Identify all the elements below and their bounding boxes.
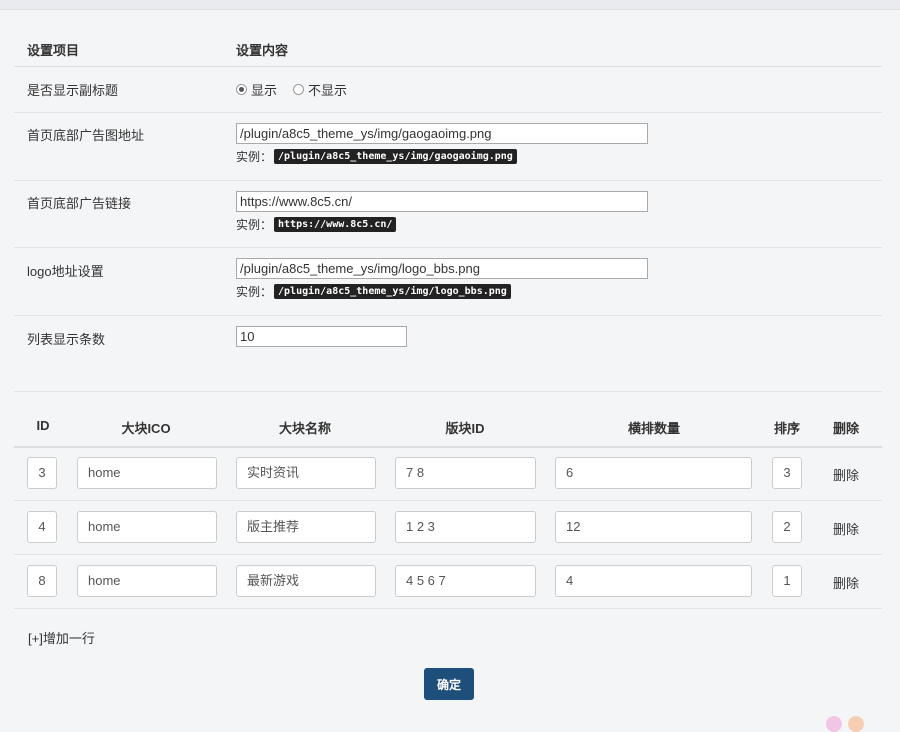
row-id-input[interactable]: 3: [27, 457, 57, 489]
row-count-input[interactable]: 4: [555, 565, 752, 597]
row-order-input[interactable]: 3: [772, 457, 802, 489]
example-prefix: 实例：: [236, 285, 273, 299]
row-name-input[interactable]: 版主推荐: [236, 511, 376, 543]
example-prefix: 实例：: [236, 150, 273, 164]
row-name-input[interactable]: 最新游戏: [236, 565, 376, 597]
row-forum-ids-input[interactable]: 7 8: [395, 457, 536, 489]
col-order: 排序: [773, 421, 801, 436]
ad-image-input[interactable]: /plugin/a8c5_theme_ys/img/gaogaoimg.png: [236, 123, 648, 144]
pink-dot-icon: [826, 716, 842, 732]
setting-label: 列表显示条数: [27, 332, 106, 347]
example-code: /plugin/a8c5_theme_ys/img/gaogaoimg.png: [274, 149, 517, 164]
col-forum-id: 版块ID: [445, 421, 485, 436]
row-forum-ids-input[interactable]: 1 2 3: [395, 511, 536, 543]
example-code: https://www.8c5.cn/: [274, 217, 397, 232]
row-delete-link[interactable]: 删除: [833, 465, 859, 484]
header-setting-content: 设置内容: [236, 43, 289, 58]
table-row: 8 home 最新游戏 4 5 6 7 4 1 删除: [14, 554, 882, 609]
row-delete-link[interactable]: 删除: [833, 519, 859, 538]
row-delete-link[interactable]: 删除: [833, 573, 859, 592]
setting-label: logo地址设置: [27, 264, 104, 279]
row-name-input[interactable]: 实时资讯: [236, 457, 376, 489]
setting-label: 首页底部广告图地址: [27, 128, 145, 143]
settings-table-header: 设置项目 设置内容: [14, 22, 882, 67]
subtitle-radio-group: 显示 不显示: [236, 80, 363, 99]
setting-row-ad-image: 首页底部广告图地址 /plugin/a8c5_theme_ys/img/gaog…: [14, 113, 882, 181]
table-row: 3 home 实时资讯 7 8 6 3 删除: [14, 446, 882, 501]
col-ico: 大块ICO: [121, 421, 171, 436]
logo-example: 实例： /plugin/a8c5_theme_ys/img/logo_bbs.p…: [236, 283, 648, 300]
blocks-table-header: ID 大块ICO 大块名称 版块ID 横排数量 排序 删除: [14, 402, 882, 448]
example-code: /plugin/a8c5_theme_ys/img/logo_bbs.png: [274, 284, 511, 299]
row-order-input[interactable]: 1: [772, 565, 802, 597]
col-count: 横排数量: [627, 421, 681, 436]
add-row-link[interactable]: [+]增加一行: [28, 628, 95, 647]
radio-hide-label[interactable]: 不显示: [308, 80, 347, 99]
setting-row-list-count: 列表显示条数 10: [14, 316, 882, 392]
logo-input[interactable]: /plugin/a8c5_theme_ys/img/logo_bbs.png: [236, 258, 648, 279]
radio-hide[interactable]: [293, 84, 305, 95]
table-row: 4 home 版主推荐 1 2 3 12 2 删除: [14, 500, 882, 555]
ad-link-example: 实例： https://www.8c5.cn/: [236, 216, 648, 233]
ad-link-input[interactable]: https://www.8c5.cn/: [236, 191, 648, 212]
col-delete: 删除: [832, 421, 860, 436]
setting-row-logo: logo地址设置 /plugin/a8c5_theme_ys/img/logo_…: [14, 248, 882, 316]
top-bar: [0, 0, 900, 10]
row-count-input[interactable]: 12: [555, 511, 752, 543]
example-prefix: 实例：: [236, 218, 273, 232]
radio-show-label[interactable]: 显示: [251, 80, 277, 99]
row-id-input[interactable]: 4: [27, 511, 57, 543]
row-ico-input[interactable]: home: [77, 457, 217, 489]
header-setting-item: 设置项目: [27, 43, 80, 58]
list-count-input[interactable]: 10: [236, 326, 407, 347]
setting-row-ad-link: 首页底部广告链接 https://www.8c5.cn/ 实例： https:/…: [14, 181, 882, 248]
row-ico-input[interactable]: home: [77, 565, 217, 597]
row-forum-ids-input[interactable]: 4 5 6 7: [395, 565, 536, 597]
row-order-input[interactable]: 2: [772, 511, 802, 543]
setting-label: 首页底部广告链接: [27, 196, 132, 211]
col-name: 大块名称: [278, 421, 332, 436]
submit-button[interactable]: 确定: [424, 668, 474, 700]
col-id: ID: [36, 418, 50, 433]
row-id-input[interactable]: 8: [27, 565, 57, 597]
row-count-input[interactable]: 6: [555, 457, 752, 489]
row-ico-input[interactable]: home: [77, 511, 217, 543]
radio-show[interactable]: [236, 84, 247, 95]
ad-image-example: 实例： /plugin/a8c5_theme_ys/img/gaogaoimg.…: [236, 148, 648, 165]
setting-row-subtitle: 是否显示副标题 显示 不显示: [14, 67, 882, 113]
setting-label: 是否显示副标题: [27, 83, 119, 98]
orange-dot-icon: [848, 716, 864, 732]
